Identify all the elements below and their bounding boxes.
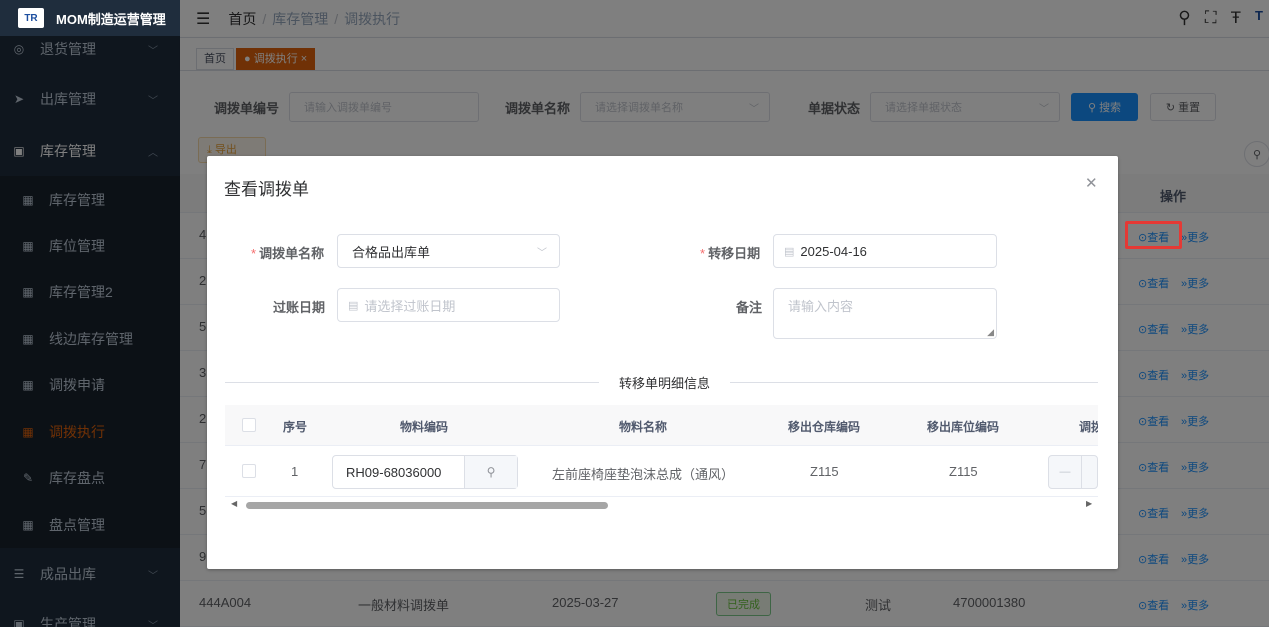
column-header: 物料编码 [400, 420, 449, 434]
column-header: 序号 [283, 420, 308, 434]
chevron-down-icon: ﹀ [537, 247, 547, 259]
detail-table-header: 序号 物料编码 物料名称 移出仓库编码 移出库位编码 调拨 [225, 405, 1098, 446]
remark-label: 备注 [736, 300, 763, 315]
scrollbar-thumb[interactable] [246, 502, 608, 509]
calendar-icon: ▤ [348, 299, 359, 312]
remark-placeholder: 请输入内容 [788, 299, 854, 314]
transfer-date-label-text: 转移日期 [708, 246, 761, 261]
material-code-input[interactable]: RH09-68036000 ⚲ [332, 455, 518, 489]
transfer-date-label: * 转移日期 [700, 246, 761, 261]
out-warehouse-code: Z115 [810, 464, 839, 479]
resize-handle-icon[interactable]: ◢ [987, 327, 994, 338]
remark-textarea[interactable]: 请输入内容 ◢ [773, 288, 997, 339]
posting-date-label: 过账日期 [273, 300, 326, 315]
section-title: 转移单明细信息 [599, 373, 731, 392]
detail-table-row: 1 RH09-68036000 ⚲ 左前座椅座垫泡沫总成（通风） Z115 Z1… [225, 446, 1098, 497]
search-icon[interactable]: ⚲ [465, 456, 517, 488]
name-field-label-text: 调拨单名称 [259, 246, 325, 261]
logo-icon: TR [18, 8, 44, 28]
row-checkbox[interactable] [242, 464, 256, 478]
scroll-right-icon[interactable]: ▶ [1086, 499, 1092, 508]
app-title: MOM制造运营管理 [56, 11, 166, 27]
quantity-stepper[interactable]: — [1048, 455, 1098, 489]
transfer-date-value: 2025-04-16 [800, 243, 867, 259]
posting-date-input[interactable]: ▤ 请选择过账日期 [337, 288, 560, 322]
column-header: 物料名称 [619, 420, 668, 434]
close-icon[interactable]: ✕ [1085, 174, 1098, 192]
row-index: 1 [291, 464, 299, 479]
app-logo: TR MOM制造运营管理 [0, 0, 180, 36]
name-field-label: * 调拨单名称 [251, 246, 325, 261]
app-root: ◎ 退货管理 ﹀ ➤ 出库管理 ﹀ ▣ 库存管理 ︿ ▦ 库存管理 ▦ 库位管理… [0, 0, 1269, 627]
dialog-title: 查看调拨单 [224, 180, 309, 199]
posting-date-placeholder: 请选择过账日期 [364, 298, 456, 314]
scroll-left-icon[interactable]: ◀ [231, 499, 237, 508]
transfer-date-input[interactable]: ▤ 2025-04-16 [773, 234, 997, 268]
horizontal-scrollbar[interactable]: ◀ ▶ [225, 498, 1098, 512]
select-all-checkbox[interactable] [242, 418, 256, 432]
out-location-code: Z115 [949, 464, 978, 479]
name-select-value: 合格品出库单 [352, 244, 431, 260]
column-header: 调拨 [1079, 420, 1098, 434]
column-header: 移出仓库编码 [788, 420, 861, 434]
column-header: 移出库位编码 [927, 420, 1000, 434]
material-code-value: RH09-68036000 [333, 456, 465, 488]
highlight-box [1125, 221, 1182, 249]
material-name: 左前座椅座垫泡沫总成（通风） [552, 467, 735, 482]
minus-icon[interactable]: — [1049, 456, 1082, 488]
view-transfer-dialog: 查看调拨单 ✕ * 调拨单名称 合格品出库单 ﹀ * 转移日期 ▤ 2025-04-… [207, 156, 1118, 569]
name-select[interactable]: 合格品出库单 ﹀ [337, 234, 560, 268]
calendar-icon: ▤ [784, 245, 795, 258]
